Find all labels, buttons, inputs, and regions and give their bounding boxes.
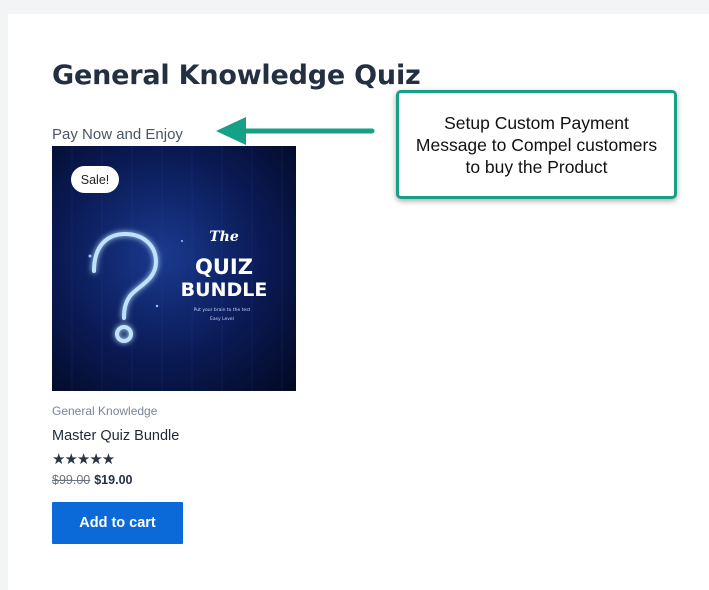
artwork-subline2: Easy Level <box>210 316 234 322</box>
sale-price: $19.00 <box>94 473 133 487</box>
product-price: $99.00 $19.00 <box>52 473 132 487</box>
custom-payment-message: Pay Now and Enjoy <box>52 126 183 143</box>
product-name-link[interactable]: Master Quiz Bundle <box>52 428 179 444</box>
star-rating: ★★★★★ <box>52 451 115 468</box>
annotation-callout: Setup Custom Payment Message to Compel c… <box>396 90 677 199</box>
original-price: $99.00 <box>52 473 91 487</box>
artwork-script-word: The <box>209 229 239 245</box>
annotation-text: Setup Custom Payment Message to Compel c… <box>415 112 658 177</box>
artwork-subline1: Put your brain to the test <box>194 307 251 313</box>
artwork-title-line2: BUNDLE <box>181 279 268 301</box>
product-category-link[interactable]: General Knowledge <box>52 404 157 418</box>
page-title: General Knowledge Quiz <box>52 60 421 91</box>
sale-badge: Sale! <box>71 166 119 193</box>
artwork-title-line1: QUIZ <box>195 255 253 279</box>
add-to-cart-button[interactable]: Add to cart <box>52 502 183 544</box>
callout-arrow <box>216 117 375 145</box>
